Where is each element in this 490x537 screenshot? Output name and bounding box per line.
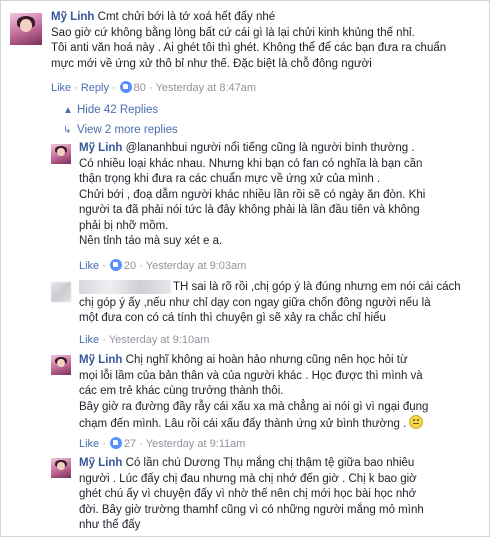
comment-text: ghét chú ấy vì chuyện đấy vì nhờ thế nên…: [79, 488, 417, 500]
thumbs-up-icon: [119, 81, 132, 93]
avatar[interactable]: [51, 355, 71, 375]
like-count[interactable]: 80: [134, 82, 146, 94]
hide-replies-link[interactable]: ▲ Hide 42 Replies: [63, 104, 158, 116]
comment-author[interactable]: Mỹ Linh: [79, 457, 122, 469]
like-button[interactable]: Like: [79, 334, 99, 346]
comment-text: @lananhbui người nổi tiếng cũng là người…: [125, 142, 415, 154]
thumbs-up-icon: [109, 437, 122, 449]
timestamp[interactable]: Yesterday at 9:11am: [146, 438, 246, 450]
comment-text: như thế đấy: [79, 519, 141, 531]
comment-text: phải bị nhỡ mồm.: [79, 219, 169, 232]
like-count[interactable]: 27: [124, 438, 136, 450]
comment-text: Cmt chửi bới là tớ xoá hết đấy nhé: [97, 11, 276, 23]
comment-text: Chửi bới , đoạ dẫm người khác nhiều lần …: [79, 188, 426, 201]
comment-actions: Like · Reply · 80 · Yesterday at 8:47am: [51, 81, 257, 94]
avatar[interactable]: [51, 282, 71, 302]
comment-actions: Like · Yesterday at 9:10am: [79, 334, 210, 346]
comment-actions: Like · 20 · Yesterday at 9:03am: [79, 259, 247, 272]
like-button[interactable]: Like: [79, 260, 99, 272]
reply-button[interactable]: Reply: [81, 82, 109, 94]
comment-body: Mỹ Linh Chị nghĩ không ai hoàn hảo nhưng…: [79, 353, 484, 433]
comment-author[interactable]: Mỹ Linh: [51, 11, 94, 23]
comment-author[interactable]: Mỹ Linh: [79, 354, 122, 366]
comment-actions: Like · 27 · Yesterday at 9:11am: [79, 437, 246, 450]
like-count[interactable]: 20: [124, 260, 136, 272]
timestamp[interactable]: Yesterday at 8:47am: [156, 82, 257, 94]
avatar[interactable]: [10, 13, 42, 45]
comment-text: Chị nghĩ không ai hoàn hảo nhưng cũng nê…: [125, 354, 408, 366]
comment-text: Tôi anti văn hoá này . Ai ghét tôi thì g…: [51, 42, 447, 54]
comment-body: Mỹ Linh Cmt chửi bới là tớ xoá hết đấy n…: [51, 10, 481, 72]
like-button[interactable]: Like: [51, 82, 71, 94]
smiley-face-icon: [409, 415, 424, 429]
collapse-arrow-icon: ▲: [63, 105, 73, 116]
comment-text: chị góp ý ấy ,nếu như chỉ dạy con ngay g…: [79, 296, 431, 309]
comment-text: chạm đến mình. Lâu rồi cái xấu đấy thành…: [79, 418, 407, 430]
comment-text: thận trọng khi đưa ra các chuẩn mực về ứ…: [79, 173, 381, 185]
comment-body: TH sai là rõ rồi ,chị góp ý là đúng nhưn…: [79, 280, 484, 327]
comment-body: Mỹ Linh @lananhbui người nổi tiếng cũng …: [79, 141, 484, 250]
comment-text: Có lần chú Dương Thụ mắng chị thậm tệ gi…: [125, 457, 415, 469]
comment-text: người . Lúc đấy chị đau nhưng mà chị nhớ…: [79, 472, 417, 485]
timestamp[interactable]: Yesterday at 9:03am: [146, 260, 247, 272]
avatar[interactable]: [51, 144, 71, 164]
comment-thread: Mỹ Linh Cmt chửi bới là tớ xoá hết đấy n…: [0, 0, 490, 537]
comment-text: người ta đã phải nói tức là đây không ph…: [79, 204, 420, 216]
comment-author[interactable]: Mỹ Linh: [79, 142, 122, 154]
comment-text: một đưa con có cá tính thì chuyện gì sẽ …: [79, 312, 386, 325]
comment-body: Mỹ Linh Có lần chú Dương Thụ mắng chị th…: [79, 456, 484, 534]
avatar[interactable]: [51, 458, 71, 478]
comment-text: mọi lỗi lầm của bản thân và của người kh…: [79, 369, 423, 382]
reply-arrow-icon: ↳: [63, 125, 72, 136]
comment-text: Có nhiều loại khác nhau. Nhưng khi bạn c…: [79, 157, 423, 170]
thumbs-up-icon: [109, 259, 122, 271]
view-more-replies-link[interactable]: ↳ View 2 more replies: [63, 124, 178, 136]
comment-text: Sao giờ cứ không bằng lòng bất cứ cái gì…: [51, 26, 415, 39]
comment-text: mực mới về ứng xử thô bỉ như thế. Đặc bi…: [51, 57, 372, 70]
comment-text: các em trẻ khác cùng trưởng thành thôi.: [79, 385, 284, 397]
like-button[interactable]: Like: [79, 438, 99, 450]
comment-text: TH sai là rõ rồi ,chị góp ý là đúng nhưn…: [173, 281, 461, 294]
timestamp[interactable]: Yesterday at 9:10am: [109, 334, 210, 346]
comment-text: Bây giờ ra đường đầy rẫy cái xấu xa mà c…: [79, 400, 429, 413]
redacted-author-name: [79, 280, 171, 294]
comment-text: Nên tỉnh táo mà suy xét e a.: [79, 235, 223, 247]
comment-text: đời. Bây giờ trường thamhf cũng vì có nh…: [79, 503, 424, 516]
